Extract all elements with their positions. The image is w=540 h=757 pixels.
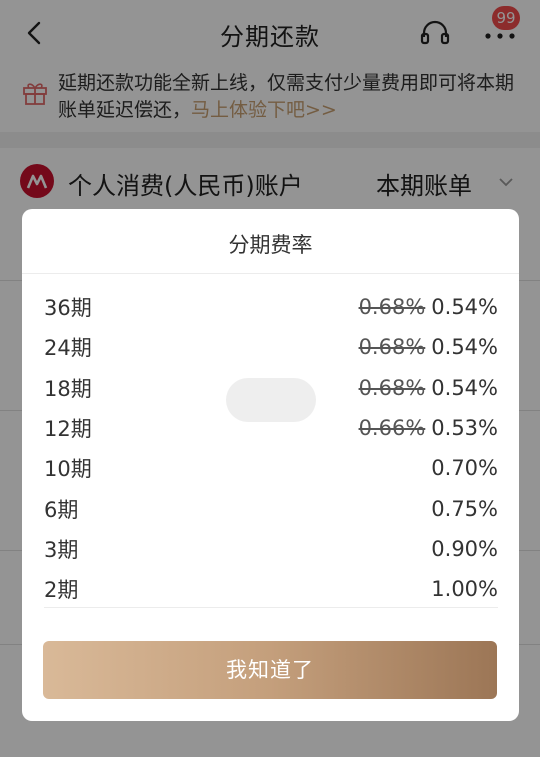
rate-term: 3期	[44, 537, 79, 562]
rate-values: 0.66% 0.53%	[359, 416, 498, 440]
rate-modal: 分期费率 36期 0.68% 0.54% 24期 0.68% 0.54% 18期…	[22, 209, 519, 721]
old-rate: 0.68%	[358, 335, 426, 360]
old-rate: 0.68%	[358, 295, 426, 320]
confirm-button[interactable]: 我知道了	[43, 641, 497, 699]
current-rate: 0.75%	[431, 496, 498, 521]
old-rate: 0.66%	[358, 416, 426, 441]
rate-values: 0.75%	[431, 497, 498, 521]
current-rate: 0.54%	[431, 295, 498, 320]
rate-row: 10期 0.70%	[44, 448, 498, 488]
rate-values: 0.70%	[431, 456, 498, 480]
rate-term: 18期	[44, 376, 92, 401]
current-rate: 0.54%	[431, 335, 498, 360]
rate-list: 36期 0.68% 0.54% 24期 0.68% 0.54% 18期 0.68…	[44, 287, 498, 609]
rate-term: 6期	[44, 497, 79, 522]
rate-row: 6期 0.75%	[44, 488, 498, 528]
rate-term: 2期	[44, 578, 79, 603]
old-rate: 0.68%	[358, 375, 426, 400]
rate-row: 3期 0.90%	[44, 529, 498, 569]
current-rate: 0.90%	[431, 536, 498, 561]
rate-row: 2期 1.00%	[44, 569, 498, 609]
rate-term: 24期	[44, 336, 92, 361]
loading-indicator	[226, 378, 316, 422]
rate-values: 0.68% 0.54%	[359, 295, 498, 319]
current-rate: 1.00%	[431, 577, 498, 602]
rate-values: 0.68% 0.54%	[359, 335, 498, 359]
rate-row: 24期 0.68% 0.54%	[44, 327, 498, 367]
rate-values: 0.90%	[431, 537, 498, 561]
modal-divider	[22, 273, 519, 274]
rate-term: 36期	[44, 296, 92, 321]
current-rate: 0.53%	[431, 416, 498, 441]
modal-title: 分期费率	[228, 233, 313, 257]
rate-term: 10期	[44, 457, 92, 482]
rate-values: 0.68% 0.54%	[359, 376, 498, 400]
list-divider	[44, 607, 498, 608]
rate-values: 1.00%	[431, 577, 498, 601]
rate-term: 12期	[44, 417, 92, 442]
current-rate: 0.70%	[431, 456, 498, 481]
current-rate: 0.54%	[431, 375, 498, 400]
rate-row: 36期 0.68% 0.54%	[44, 287, 498, 327]
